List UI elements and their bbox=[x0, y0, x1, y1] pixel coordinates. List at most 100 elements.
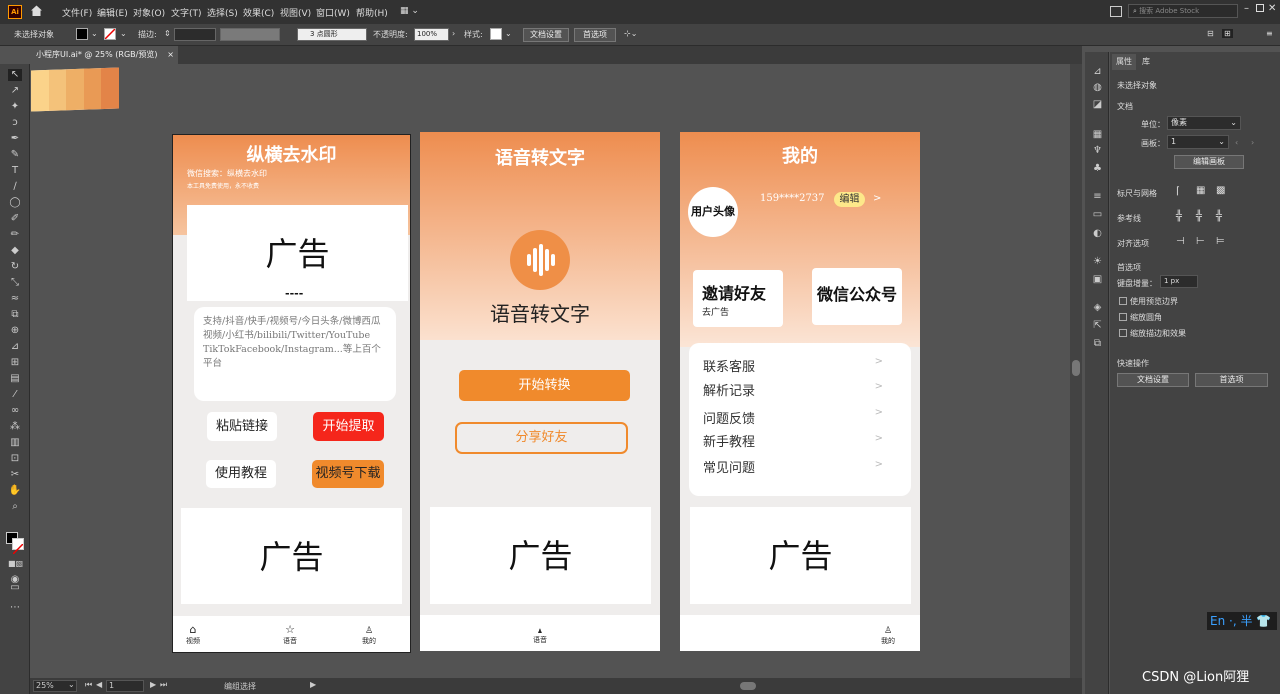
close-window-button[interactable]: ✕ bbox=[1268, 3, 1276, 14]
nav-mine-3[interactable]: ♙ 我的 bbox=[878, 626, 898, 646]
artboard-next-icon[interactable]: › bbox=[1251, 138, 1254, 147]
use-preview-bounds-checkbox[interactable] bbox=[1119, 297, 1127, 305]
opacity-arrow-icon[interactable]: › bbox=[452, 29, 455, 38]
stroke-stepper-icon[interactable]: ⇕ bbox=[164, 29, 171, 38]
brush-definition[interactable]: 3 点圆形 bbox=[297, 28, 367, 41]
scale-corners-checkbox[interactable] bbox=[1119, 313, 1127, 321]
artboard-tool-icon[interactable]: ⊡ bbox=[8, 453, 22, 465]
next-artboard-icon[interactable]: ▶ bbox=[150, 680, 156, 689]
vertical-scrollbar[interactable] bbox=[1070, 64, 1082, 678]
share-friends-button[interactable]: 分享好友 bbox=[455, 422, 628, 454]
hand-tool-icon[interactable]: ✋ bbox=[8, 485, 22, 497]
prev-artboard-icon[interactable]: ◀ bbox=[96, 680, 102, 689]
style-swatch[interactable] bbox=[490, 28, 502, 40]
paintbrush-tool-icon[interactable]: ✐ bbox=[8, 213, 22, 225]
panel-menu-icon[interactable]: ≡ bbox=[1266, 29, 1273, 38]
user-avatar[interactable]: 用户头像 bbox=[688, 187, 738, 237]
stroke-panel-icon[interactable]: ≡ bbox=[1091, 191, 1104, 203]
artboard-number-input[interactable]: 1 bbox=[106, 680, 144, 692]
first-artboard-icon[interactable]: ⏮ bbox=[85, 680, 92, 690]
eraser-tool-icon[interactable]: ◆ bbox=[8, 245, 22, 257]
graphic-styles-icon[interactable]: ▣ bbox=[1091, 274, 1104, 286]
guides-lock-icon[interactable]: ╬ bbox=[1196, 211, 1202, 222]
menu-parse-history[interactable]: 解析记录 bbox=[703, 380, 755, 399]
color-guide-icon[interactable]: ◍ bbox=[1091, 82, 1104, 94]
transparency-grid-icon[interactable]: ▩ bbox=[1216, 185, 1225, 196]
rotate-tool-icon[interactable]: ↻ bbox=[8, 261, 22, 273]
menu-faq[interactable]: 常见问题 bbox=[703, 457, 755, 476]
opacity-input[interactable]: 100% bbox=[414, 28, 449, 41]
stroke-swatch[interactable] bbox=[104, 28, 116, 40]
align-to-key-icon[interactable]: ⊢ bbox=[1196, 236, 1205, 247]
artboard-prev-icon[interactable]: ‹ bbox=[1235, 138, 1238, 147]
line-tool-icon[interactable]: ∕ bbox=[8, 181, 22, 193]
grid-icon[interactable]: ▦ bbox=[1196, 185, 1205, 196]
variable-width-profile[interactable] bbox=[220, 28, 280, 41]
menu-help[interactable]: 帮助(H) bbox=[356, 6, 388, 19]
doc-setup-button[interactable]: 文档设置 bbox=[523, 28, 569, 42]
fill-swatch[interactable] bbox=[76, 28, 88, 40]
shape-builder-tool-icon[interactable]: ⊕ bbox=[8, 325, 22, 337]
magic-wand-tool-icon[interactable]: ✦ bbox=[8, 101, 22, 113]
align-left-icon[interactable]: ⊟ bbox=[1207, 29, 1214, 38]
screen-mode-icon[interactable]: ▭ bbox=[8, 582, 22, 594]
horizontal-scroll-thumb[interactable] bbox=[740, 682, 756, 690]
close-tab-icon[interactable]: × bbox=[167, 46, 174, 64]
nav-voice[interactable]: ☆ 语音 bbox=[280, 623, 300, 646]
ime-indicator[interactable]: En ·, 半 👕 bbox=[1207, 612, 1277, 630]
style-dropdown-icon[interactable]: ⌄ bbox=[505, 29, 512, 38]
smart-guides-icon[interactable]: ╬ bbox=[1216, 211, 1222, 222]
menu-beginner-guide[interactable]: 新手教程 bbox=[703, 431, 755, 450]
invite-friends-card[interactable]: 邀请好友 去广告 bbox=[693, 270, 783, 327]
zoom-tool-icon[interactable]: ⌕ bbox=[8, 501, 22, 513]
gradient-tool-icon[interactable]: ▤ bbox=[8, 373, 22, 385]
last-artboard-icon[interactable]: ⏭ bbox=[160, 680, 167, 690]
menu-window[interactable]: 窗口(W) bbox=[316, 6, 350, 19]
blend-tool-icon[interactable]: ∞ bbox=[8, 405, 22, 417]
properties-panel-icon[interactable]: ⊿ bbox=[1091, 66, 1104, 78]
status-arrow-icon[interactable]: ▶ bbox=[310, 680, 316, 689]
column-graph-tool-icon[interactable]: ▥ bbox=[8, 437, 22, 449]
edit-artboard-button[interactable]: 编辑画板 bbox=[1174, 155, 1244, 169]
menu-feedback[interactable]: 问题反馈 bbox=[703, 408, 755, 427]
color-mode-icon[interactable]: ■▧ bbox=[8, 558, 23, 570]
align-to-pixel-icon[interactable]: ⊣ bbox=[1176, 236, 1185, 247]
export-panel-icon[interactable]: ⇱ bbox=[1091, 320, 1104, 332]
document-tab[interactable]: 小程序UI.ai* @ 25% (RGB/预览) × bbox=[30, 46, 178, 64]
symbol-sprayer-tool-icon[interactable]: ⁂ bbox=[8, 421, 22, 433]
menu-edit[interactable]: 编辑(E) bbox=[97, 6, 128, 19]
mesh-tool-icon[interactable]: ⊞ bbox=[8, 357, 22, 369]
start-extract-button[interactable]: 开始提取 bbox=[313, 412, 384, 441]
brushes-panel-icon[interactable]: ♆ bbox=[1091, 145, 1104, 157]
gradient-panel-icon[interactable]: ▭ bbox=[1091, 209, 1104, 221]
arrange-docs-icon[interactable] bbox=[1110, 6, 1122, 17]
fill-dropdown-icon[interactable]: ⌄ bbox=[91, 29, 98, 38]
profile-chevron-icon[interactable]: > bbox=[873, 193, 881, 204]
eyedropper-tool-icon[interactable]: ⁄ bbox=[8, 389, 22, 401]
workspace-switcher-icon[interactable]: ▦ ⌄ bbox=[400, 6, 420, 17]
ruler-icon[interactable]: ⌈ bbox=[1176, 186, 1180, 197]
tab-libraries[interactable]: 库 bbox=[1142, 56, 1150, 67]
menu-select[interactable]: 选择(S) bbox=[207, 6, 238, 19]
nav-voice-2[interactable]: ♟ 语音 bbox=[530, 628, 550, 645]
menu-object[interactable]: 对象(O) bbox=[133, 6, 165, 19]
tab-properties[interactable]: 属性 bbox=[1112, 54, 1136, 70]
perspective-grid-tool-icon[interactable]: ⊿ bbox=[8, 341, 22, 353]
appearance-panel-icon[interactable]: ☀ bbox=[1091, 256, 1104, 268]
scale-strokes-checkbox[interactable] bbox=[1119, 329, 1127, 337]
paste-link-button[interactable]: 粘贴链接 bbox=[207, 412, 277, 441]
menu-type[interactable]: 文字(T) bbox=[171, 6, 202, 19]
scroll-thumb[interactable] bbox=[1072, 360, 1080, 376]
arrange-icon[interactable]: ⊹⌄ bbox=[624, 29, 637, 38]
wechat-account-card[interactable]: 微信公众号 bbox=[812, 268, 902, 325]
selection-tool-icon[interactable]: ↖ bbox=[8, 69, 22, 81]
lasso-tool-icon[interactable]: ↄ bbox=[8, 117, 22, 129]
menu-view[interactable]: 视图(V) bbox=[280, 6, 311, 19]
guides-show-icon[interactable]: ╬ bbox=[1176, 211, 1182, 222]
type-tool-icon[interactable]: T bbox=[8, 165, 22, 177]
link-input[interactable]: 支持/抖音/快手/视频号/今日头条/微博西瓜视频/小红书/bilibili/Tw… bbox=[194, 307, 396, 401]
swatch-panel-icon[interactable]: ◪ bbox=[1091, 99, 1104, 111]
transparency-panel-icon[interactable]: ◐ bbox=[1091, 228, 1104, 240]
menu-effect[interactable]: 效果(C) bbox=[243, 6, 274, 19]
slice-tool-icon[interactable]: ✂ bbox=[8, 469, 22, 481]
